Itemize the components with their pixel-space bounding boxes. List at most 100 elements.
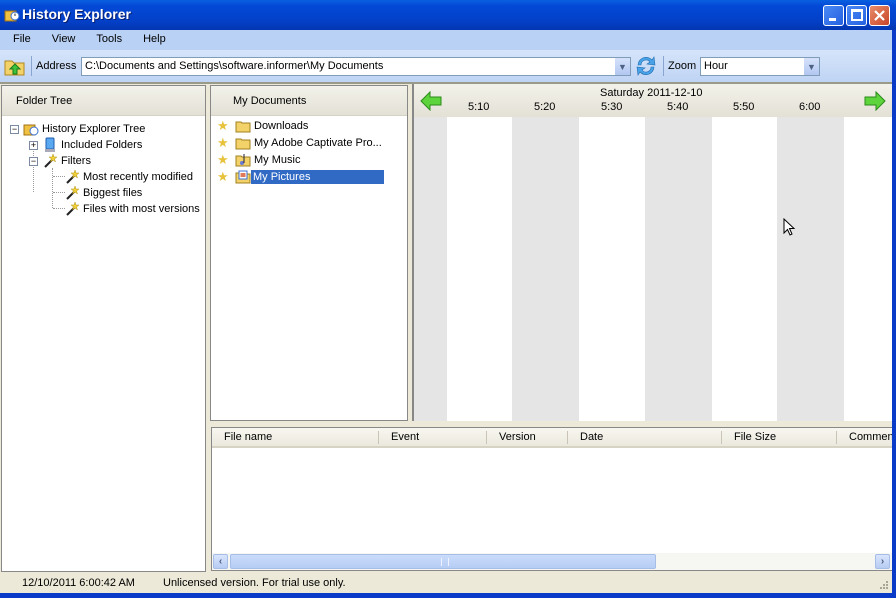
filter-label: Biggest files bbox=[83, 187, 143, 199]
tree-item-filter[interactable]: Biggest files bbox=[64, 185, 142, 201]
column-file-name[interactable]: File name bbox=[224, 431, 272, 443]
column-separator[interactable] bbox=[378, 431, 379, 444]
window-frame bbox=[892, 30, 896, 598]
next-arrow-icon[interactable] bbox=[864, 91, 886, 111]
table-header: File name Event Version Date File Size C… bbox=[212, 428, 894, 448]
folder-tree-header: Folder Tree bbox=[2, 86, 205, 116]
status-timestamp: 12/10/2011 6:00:42 AM bbox=[22, 577, 135, 589]
status-bar: 12/10/2011 6:00:42 AM Unlicensed version… bbox=[0, 575, 896, 593]
star-icon: ★ bbox=[217, 118, 229, 133]
window-frame bbox=[0, 593, 896, 598]
status-message: Unlicensed version. For trial use only. bbox=[163, 577, 346, 589]
prev-arrow-icon[interactable] bbox=[420, 91, 442, 111]
title-bar: History Explorer bbox=[0, 0, 896, 30]
tree-item-label: Included Folders bbox=[61, 139, 143, 151]
zoom-select[interactable]: Hour ▼ bbox=[700, 57, 820, 76]
menu-view[interactable]: View bbox=[39, 30, 84, 50]
grip-icon bbox=[441, 558, 449, 566]
folder-label: My Adobe Captivate Pro... bbox=[254, 137, 382, 149]
folder-item-captivate[interactable]: ★ My Adobe Captivate Pro... bbox=[217, 135, 382, 151]
tree-item-filter[interactable]: Files with most versions bbox=[64, 201, 200, 217]
zoom-dropdown-button[interactable]: ▼ bbox=[803, 58, 819, 75]
column-file-size[interactable]: File Size bbox=[734, 431, 776, 443]
tree-item-label: Filters bbox=[61, 155, 91, 167]
zoom-value: Hour bbox=[704, 60, 728, 72]
timeline-header: Saturday 2011-12-10 5:10 5:20 5:30 5:40 … bbox=[414, 84, 892, 117]
chevron-right-icon: › bbox=[880, 556, 885, 567]
folder-up-icon[interactable] bbox=[4, 55, 26, 77]
folder-label: My Music bbox=[254, 154, 301, 166]
chevron-down-icon: ▼ bbox=[807, 61, 816, 72]
folder-list-header: My Documents bbox=[211, 86, 407, 116]
star-icon: ★ bbox=[217, 152, 229, 167]
timeline-date: Saturday 2011-12-10 bbox=[600, 87, 703, 99]
chevron-left-icon: ‹ bbox=[218, 556, 223, 567]
column-date[interactable]: Date bbox=[580, 431, 603, 443]
collapse-icon[interactable]: − bbox=[10, 124, 19, 134]
resize-grip-icon[interactable] bbox=[877, 580, 889, 592]
folder-tree-title: Folder Tree bbox=[16, 95, 73, 107]
menu-tools[interactable]: Tools bbox=[83, 30, 130, 50]
scroll-thumb[interactable] bbox=[230, 554, 656, 569]
tree-item-filter[interactable]: Most recently modified bbox=[64, 169, 193, 185]
address-input[interactable]: C:\Documents and Settings\software.infor… bbox=[81, 57, 631, 76]
chevron-down-icon: ▼ bbox=[618, 61, 627, 72]
address-dropdown-button[interactable]: ▼ bbox=[614, 58, 630, 75]
expand-icon[interactable]: + bbox=[29, 140, 38, 150]
menu-help[interactable]: Help bbox=[130, 30, 174, 50]
horizontal-scrollbar[interactable]: ‹ › bbox=[212, 553, 892, 570]
timeline-band bbox=[512, 117, 579, 421]
address-value: C:\Documents and Settings\software.infor… bbox=[85, 60, 384, 72]
column-separator[interactable] bbox=[486, 431, 487, 444]
folder-label-selected: My Pictures bbox=[251, 170, 384, 184]
tree-item-included-folders[interactable]: + Included Folders bbox=[29, 137, 142, 153]
tree-root-label: History Explorer Tree bbox=[42, 123, 146, 135]
computer-icon bbox=[45, 137, 55, 152]
column-version[interactable]: Version bbox=[499, 431, 536, 443]
close-icon bbox=[874, 10, 885, 21]
timeline-tick: 6:00 bbox=[799, 101, 821, 113]
magic-wand-icon bbox=[44, 153, 58, 168]
address-label: Address bbox=[36, 60, 77, 72]
timeline-panel: Saturday 2011-12-10 5:10 5:20 5:30 5:40 … bbox=[412, 84, 892, 421]
minimize-button[interactable] bbox=[823, 5, 844, 26]
star-icon: ★ bbox=[217, 135, 229, 150]
folder-list-pane: My Documents ★ Downloads ★ My Adobe Capt… bbox=[210, 85, 408, 421]
app-icon bbox=[4, 10, 20, 22]
folder-label: Downloads bbox=[254, 120, 309, 132]
maximize-icon bbox=[851, 9, 863, 21]
timeline-tick: 5:50 bbox=[733, 101, 755, 113]
toolbar-separator bbox=[31, 56, 32, 76]
column-separator[interactable] bbox=[721, 431, 722, 444]
music-folder-icon bbox=[235, 154, 251, 167]
collapse-icon[interactable]: − bbox=[29, 156, 38, 166]
minimize-icon bbox=[829, 18, 836, 21]
menu-bar: File View Tools Help bbox=[0, 30, 896, 50]
folder-item-downloads[interactable]: ★ Downloads bbox=[217, 118, 308, 134]
window-title: History Explorer bbox=[22, 6, 131, 22]
tree-item-root[interactable]: − History Explorer Tree bbox=[10, 121, 145, 137]
toolbar: Address C:\Documents and Settings\softwa… bbox=[0, 50, 896, 84]
column-separator[interactable] bbox=[567, 431, 568, 444]
column-separator[interactable] bbox=[836, 431, 837, 444]
folder-item-pictures[interactable]: ★ My Pictures bbox=[217, 169, 384, 185]
column-comment[interactable]: Commen bbox=[849, 431, 894, 443]
scroll-left-button[interactable]: ‹ bbox=[213, 554, 228, 569]
folder-icon bbox=[235, 121, 251, 133]
maximize-button[interactable] bbox=[846, 5, 867, 26]
timeline-band bbox=[777, 117, 844, 421]
timeline-tick: 5:30 bbox=[601, 101, 623, 113]
zoom-label: Zoom bbox=[668, 60, 697, 72]
toolbar-separator bbox=[663, 56, 664, 76]
history-tree-icon bbox=[23, 124, 39, 136]
close-button[interactable] bbox=[869, 5, 890, 26]
magic-wand-icon bbox=[66, 201, 80, 216]
folder-item-music[interactable]: ★ My Music bbox=[217, 152, 300, 168]
refresh-icon[interactable] bbox=[634, 54, 658, 78]
timeline-tick: 5:20 bbox=[534, 101, 556, 113]
scroll-right-button[interactable]: › bbox=[875, 554, 890, 569]
column-event[interactable]: Event bbox=[391, 431, 419, 443]
menu-file[interactable]: File bbox=[0, 30, 39, 50]
star-icon: ★ bbox=[217, 169, 229, 184]
tree-item-filters[interactable]: − Filters bbox=[29, 153, 91, 169]
